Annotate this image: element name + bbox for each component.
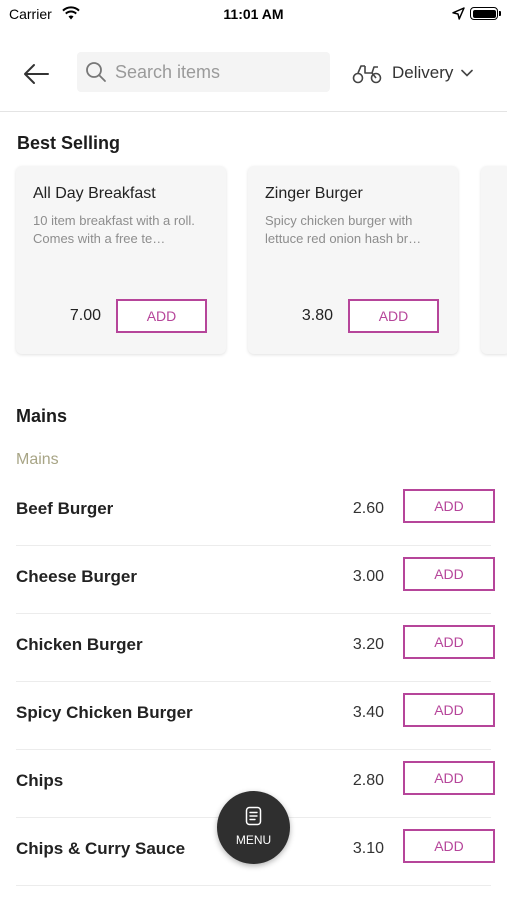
product-card[interactable]: Zinger Burger Spicy chicken burger with … [248,166,458,354]
menu-item-row[interactable]: Spicy Chicken Burger 3.40 ADD [16,682,495,750]
item-price: 3.20 [352,636,384,653]
product-description: Spicy chicken burger with lettuce red on… [265,213,422,246]
item-price: 2.60 [352,500,384,517]
item-price: 3.00 [352,568,384,585]
location-arrow-icon [452,7,465,20]
add-button[interactable]: ADD [403,625,495,659]
mains-subcategory: Mains [16,451,59,468]
menu-item-row[interactable]: Cheese Burger 3.00 ADD [16,546,495,614]
menu-book-icon [245,806,262,826]
add-button[interactable]: ADD [403,557,495,591]
status-bar: Carrier 11:01 AM [0,0,507,28]
delivery-label: Delivery [392,63,454,82]
menu-button[interactable]: MENU [217,791,290,864]
menu-button-label: MENU [235,833,272,847]
clock: 11:01 AM [223,6,284,22]
search-input[interactable] [115,52,325,92]
add-button[interactable]: ADD [403,761,495,795]
item-price: 2.80 [352,772,384,789]
item-name: Chips & Curry Sauce [16,839,186,858]
product-card-peek[interactable] [481,166,507,354]
item-price: 3.10 [352,840,384,857]
add-button[interactable]: ADD [403,829,495,863]
product-description: 10 item breakfast with a roll. Comes wit… [33,213,195,246]
item-name: Cheese Burger [16,567,137,586]
best-selling-heading: Best Selling [17,133,121,153]
top-bar: Delivery [0,44,507,112]
item-name: Chicken Burger [16,635,143,654]
search-icon [86,62,106,82]
search-bar[interactable] [77,52,330,92]
delivery-selector[interactable]: Delivery [352,60,474,86]
product-card[interactable]: All Day Breakfast 10 item breakfast with… [16,166,226,354]
scooter-icon [352,65,382,84]
chevron-down-icon [461,69,474,77]
item-price: 3.40 [352,704,384,721]
product-price: 7.00 [69,307,101,324]
menu-item-row[interactable]: Beef Burger 2.60 ADD [16,478,495,546]
mains-heading: Mains [16,406,68,426]
back-arrow-icon[interactable] [20,58,52,90]
battery-icon [470,7,501,20]
add-button[interactable]: ADD [403,693,495,727]
menu-item-row[interactable]: Chicken Burger 3.20 ADD [16,614,495,682]
item-name: Spicy Chicken Burger [16,703,193,722]
add-button[interactable]: ADD [403,489,495,523]
item-name: Chips [16,771,64,790]
add-button[interactable]: ADD [348,299,439,333]
product-name: Zinger Burger [265,185,363,202]
product-price: 3.80 [301,307,333,324]
add-button[interactable]: ADD [116,299,207,333]
product-name: All Day Breakfast [33,185,156,202]
item-name: Beef Burger [16,499,114,518]
